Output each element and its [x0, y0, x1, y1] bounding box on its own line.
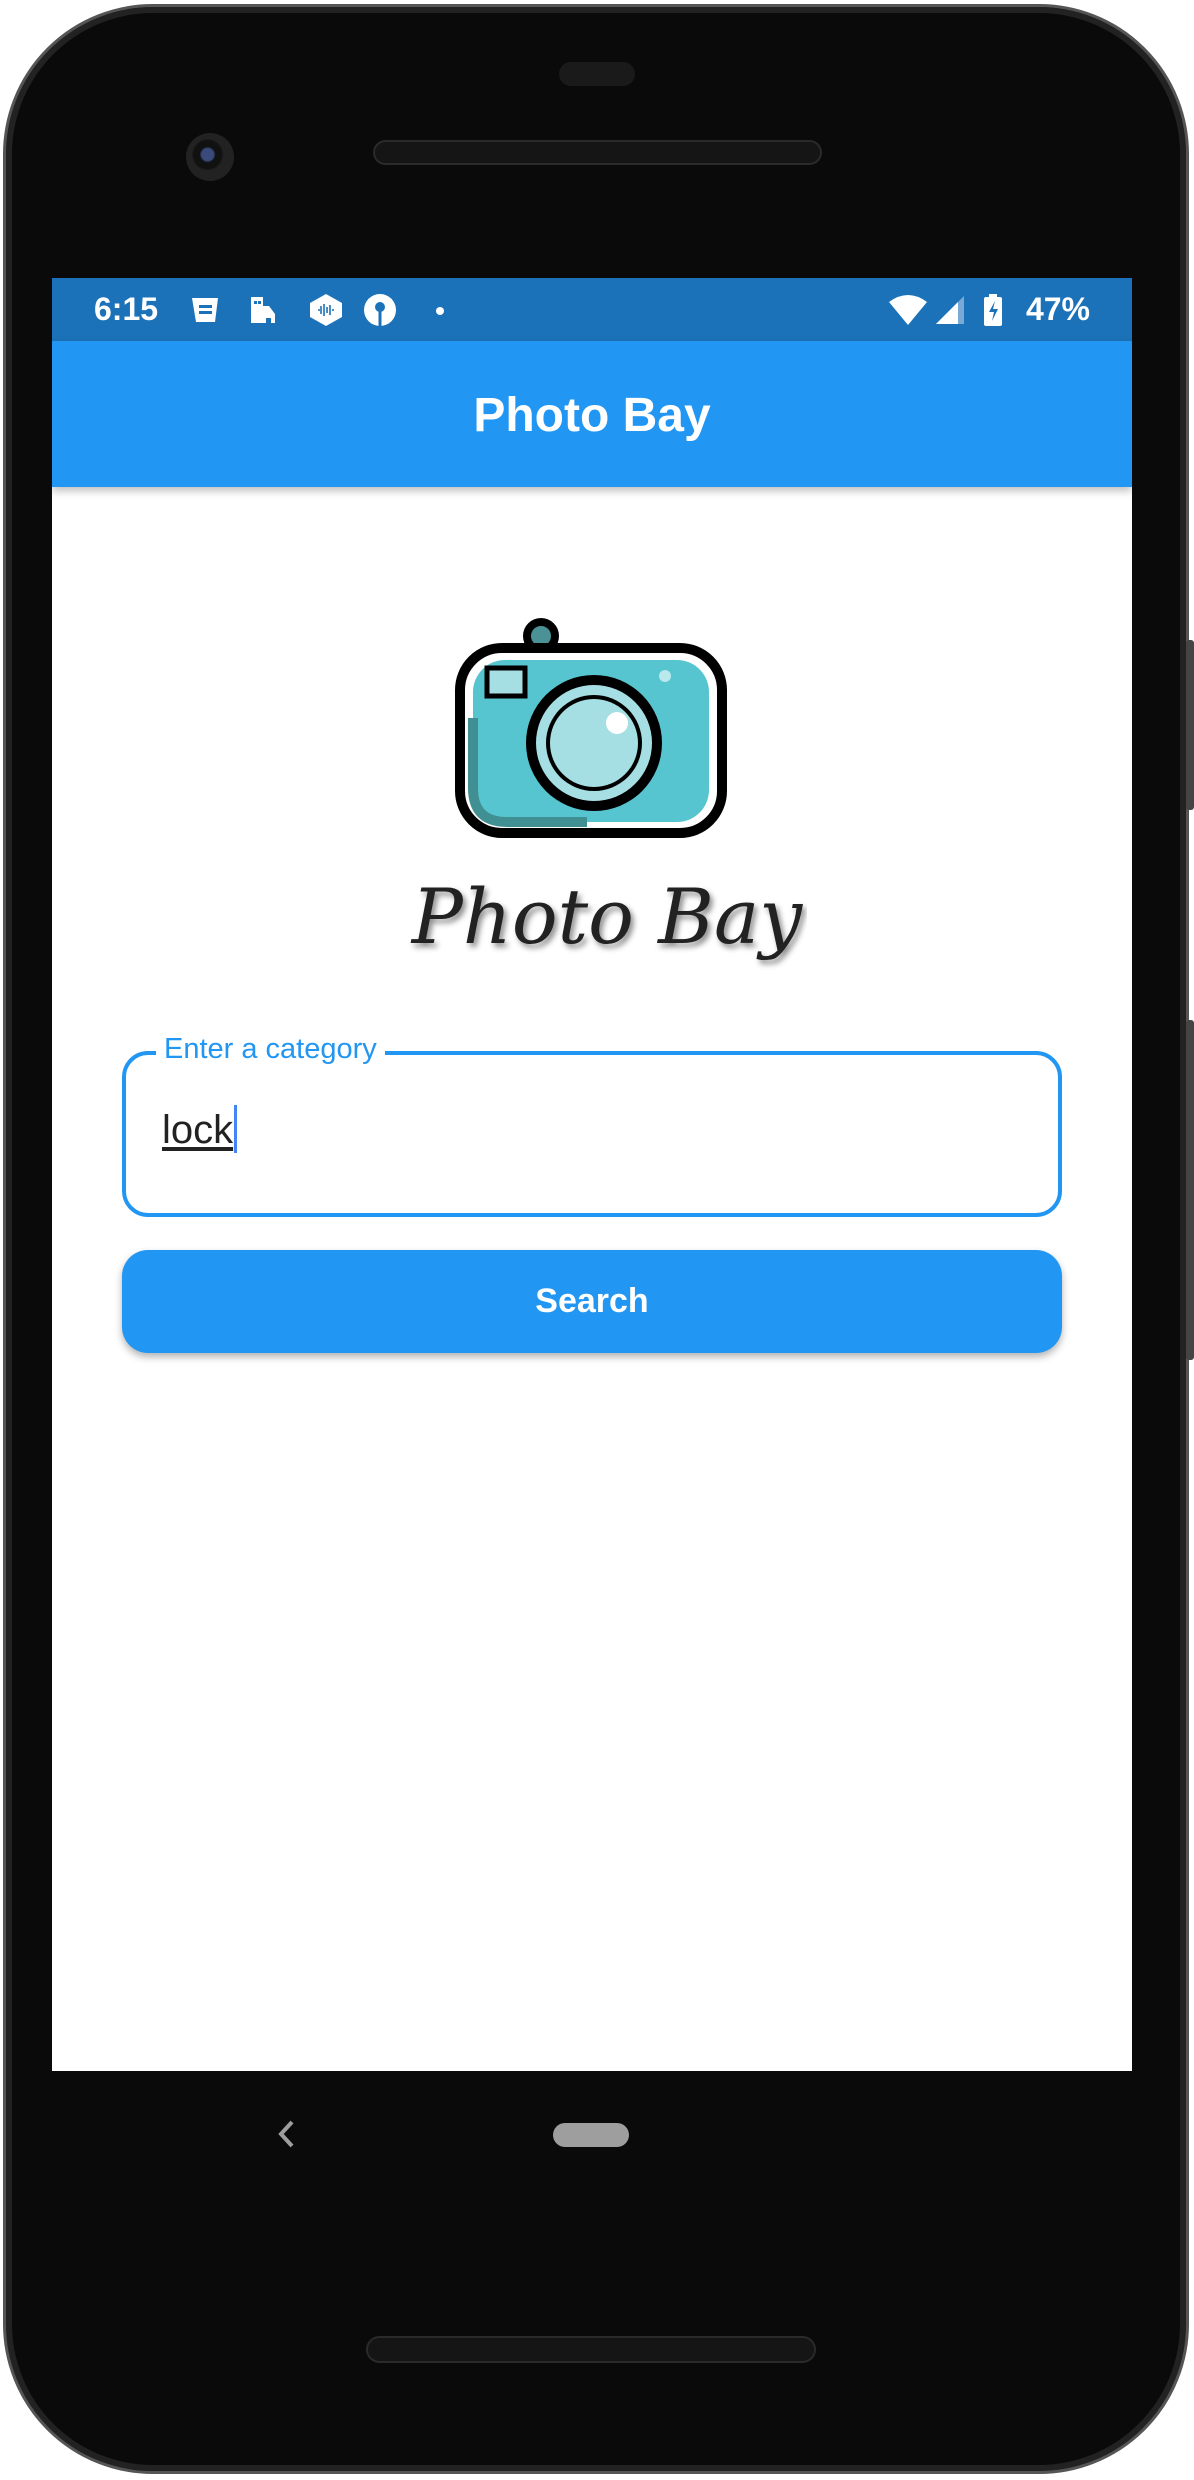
screen: 6:15 47% Photo Bay Photo Bay Enter a cat… — [52, 278, 1132, 2071]
status-bar: 6:15 47% — [52, 278, 1132, 341]
battery-charging-icon — [984, 294, 1002, 326]
wifi-icon — [889, 295, 927, 325]
battery-percent: 47% — [1025, 291, 1090, 327]
logo-text: Photo Bay — [410, 872, 803, 961]
search-button[interactable]: Search — [122, 1250, 1062, 1353]
front-camera — [186, 133, 234, 181]
home-nav-button[interactable] — [553, 2123, 629, 2147]
category-input[interactable]: Enter a category lock — [122, 1033, 1062, 1217]
dot-icon — [436, 307, 444, 315]
app-bar: Photo Bay — [52, 341, 1132, 487]
category-label: Enter a category — [156, 1033, 385, 1066]
earpiece — [559, 62, 635, 86]
volume-button — [1186, 1020, 1194, 1360]
top-speaker — [373, 140, 822, 165]
building-icon — [251, 297, 275, 323]
news-icon — [192, 298, 218, 322]
text-cursor — [234, 1105, 238, 1153]
signal-icon — [936, 296, 964, 324]
back-nav-icon[interactable] — [272, 2116, 302, 2152]
status-time: 6:15 — [94, 291, 159, 327]
bottom-speaker — [366, 2336, 816, 2363]
power-button — [1186, 640, 1194, 810]
category-value-text: lock — [162, 1108, 234, 1152]
sound-hex-icon — [310, 294, 342, 326]
category-value[interactable]: lock — [162, 1105, 238, 1153]
sbi-icon — [364, 294, 396, 326]
app-title: Photo Bay — [473, 389, 711, 442]
photo-bay-logo: Photo Bay — [410, 618, 803, 961]
